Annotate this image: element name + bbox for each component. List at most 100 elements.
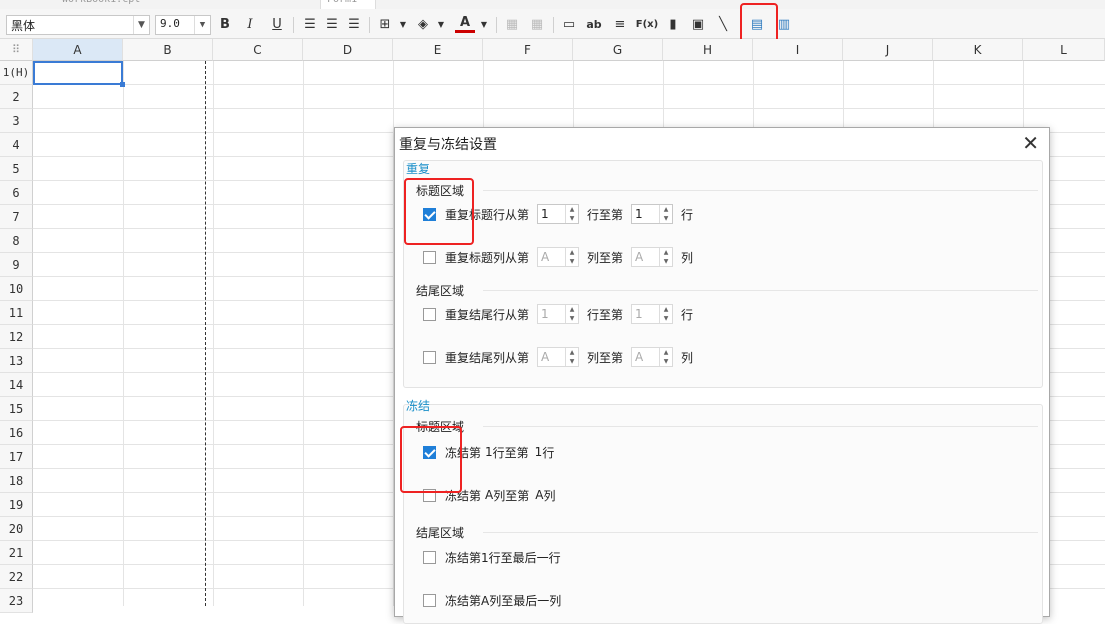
row-header[interactable]: 12	[0, 325, 33, 349]
repeat-footer-row-from-stepper[interactable]: 1 ▲ ▼	[537, 304, 580, 324]
stepper-value: 1	[635, 307, 643, 321]
toolbar-divider	[553, 17, 554, 33]
row-header[interactable]: 11	[0, 301, 33, 325]
row-header[interactable]: 22	[0, 565, 33, 589]
row-header[interactable]: 7	[0, 205, 33, 229]
chart-icon[interactable]: ▮	[663, 15, 683, 35]
chevron-down-icon[interactable]: ▼	[474, 15, 494, 35]
row-header[interactable]: 3	[0, 109, 33, 133]
spinner-arrows-icon[interactable]: ▲ ▼	[659, 348, 672, 366]
divider	[483, 532, 1038, 533]
chevron-down-icon: ▼	[133, 16, 149, 34]
divider	[483, 290, 1038, 291]
column-header[interactable]: G	[573, 39, 663, 61]
row-header[interactable]: 4	[0, 133, 33, 157]
row-header[interactable]: 18	[0, 469, 33, 493]
column-header[interactable]: K	[933, 39, 1023, 61]
spinner-arrows-icon[interactable]: ▲ ▼	[565, 205, 578, 223]
column-header[interactable]: F	[483, 39, 573, 61]
repeat-title-col-to-stepper[interactable]: A ▲ ▼	[631, 247, 674, 267]
row-header[interactable]: 23	[0, 589, 33, 613]
freeze-footer-row-label: 冻结第1行至最后一行	[445, 550, 561, 565]
italic-button[interactable]: I	[240, 15, 260, 35]
chevron-down-icon[interactable]: ▼	[393, 15, 413, 35]
merge-cells-icon[interactable]: ▦	[502, 15, 522, 35]
bold-button[interactable]: B	[215, 15, 235, 35]
align-right-icon[interactable]: ☰	[344, 15, 364, 35]
chevron-down-icon[interactable]: ▼	[431, 15, 451, 35]
row-header[interactable]: 2	[0, 85, 33, 109]
row-header[interactable]: 14	[0, 373, 33, 397]
tab-form[interactable]: Form1 *	[320, 0, 377, 9]
selected-cell-a1[interactable]	[33, 61, 125, 87]
spinner-arrows-icon[interactable]: ▲ ▼	[565, 348, 578, 366]
spinner-arrows-icon[interactable]: ▲ ▼	[565, 248, 578, 266]
align-left-icon[interactable]: ☰	[300, 15, 320, 35]
formula-button[interactable]: F(x)	[634, 15, 660, 35]
column-header[interactable]: C	[213, 39, 303, 61]
close-icon[interactable]: ✕	[1022, 130, 1039, 156]
repeat-title-row-end-label: 行	[681, 207, 694, 222]
spinner-arrows-icon[interactable]: ▲ ▼	[565, 305, 578, 323]
row-header[interactable]: 16	[0, 421, 33, 445]
repeat-footer-col-to-stepper[interactable]: A ▲ ▼	[631, 347, 674, 367]
column-header[interactable]: D	[303, 39, 393, 61]
font-color-icon[interactable]: A	[455, 15, 475, 33]
border-icon[interactable]: ⊞	[375, 15, 395, 35]
row-header[interactable]: 17	[0, 445, 33, 469]
column-header[interactable]: H	[663, 39, 753, 61]
column-header[interactable]: I	[753, 39, 843, 61]
freeze-footer-col-checkbox[interactable]	[423, 593, 436, 607]
stepper-value: 1	[541, 307, 549, 321]
repeat-footer-col-from-stepper[interactable]: A ▲ ▼	[537, 347, 580, 367]
row-header[interactable]: 15	[0, 397, 33, 421]
row-header[interactable]: 9	[0, 253, 33, 277]
paragraph-icon[interactable]: ≡	[610, 15, 630, 35]
repeat-title-col-from-stepper[interactable]: A ▲ ▼	[537, 247, 580, 267]
repeat-footer-row-to-stepper[interactable]: 1 ▲ ▼	[631, 304, 674, 324]
column-header[interactable]: L	[1023, 39, 1105, 61]
select-all-corner[interactable]: ⠿	[0, 39, 33, 61]
spinner-arrows-icon[interactable]: ▲ ▼	[659, 248, 672, 266]
spinner-arrows-icon[interactable]: ▲ ▼	[659, 305, 672, 323]
row-header[interactable]: 6	[0, 181, 33, 205]
column-header[interactable]: A	[33, 39, 123, 61]
stepper-value: 1	[635, 207, 643, 221]
freeze-footer-row-checkbox[interactable]	[423, 550, 436, 564]
column-header[interactable]: B	[123, 39, 213, 61]
image-icon[interactable]: ▣	[688, 15, 708, 35]
row-header[interactable]: 1(H)	[0, 61, 33, 85]
stepper-value: A	[541, 250, 550, 264]
repeat-footer-area-heading: 结尾区域	[416, 284, 465, 298]
row-header[interactable]: 8	[0, 229, 33, 253]
font-name-select[interactable]: 黑体 ▼	[6, 15, 150, 35]
repeat-title-row-to-stepper[interactable]: 1 ▲ ▼	[631, 204, 674, 224]
unmerge-cells-icon[interactable]: ▦	[527, 15, 547, 35]
insert-row-icon[interactable]: ▭	[559, 15, 579, 35]
text-tool-button[interactable]: ab	[584, 15, 604, 35]
row-header[interactable]: 13	[0, 349, 33, 373]
row-header[interactable]: 10	[0, 277, 33, 301]
repeat-footer-col-checkbox[interactable]	[423, 350, 436, 364]
row-header[interactable]: 19	[0, 493, 33, 517]
row-header[interactable]: 21	[0, 541, 33, 565]
slash-icon[interactable]: ╲	[713, 15, 733, 35]
font-size-select[interactable]: 9.0 ▼	[155, 15, 211, 35]
repeat-title-row-mid-label: 行至第	[587, 207, 624, 222]
tab-workbook[interactable]: WorkBook1.cpt *	[62, 0, 152, 9]
fill-color-icon[interactable]: ◈	[413, 15, 433, 35]
spinner-arrows-icon[interactable]: ▲ ▼	[659, 205, 672, 223]
align-center-icon[interactable]: ☰	[322, 15, 342, 35]
repeat-title-row-from-stepper[interactable]: 1 ▲ ▼	[537, 204, 580, 224]
column-header[interactable]: E	[393, 39, 483, 61]
row-header[interactable]: 5	[0, 157, 33, 181]
grid-line	[303, 61, 304, 606]
repeat-footer-row-checkbox[interactable]	[423, 307, 436, 321]
grid-line	[33, 108, 1105, 109]
font-name-value: 黑体	[11, 19, 36, 33]
underline-button[interactable]: U	[267, 15, 287, 35]
column-header[interactable]: J	[843, 39, 933, 61]
freeze-title-col-from: A	[485, 488, 494, 502]
row-header[interactable]: 20	[0, 517, 33, 541]
repeat-title-col-checkbox[interactable]	[423, 250, 436, 264]
